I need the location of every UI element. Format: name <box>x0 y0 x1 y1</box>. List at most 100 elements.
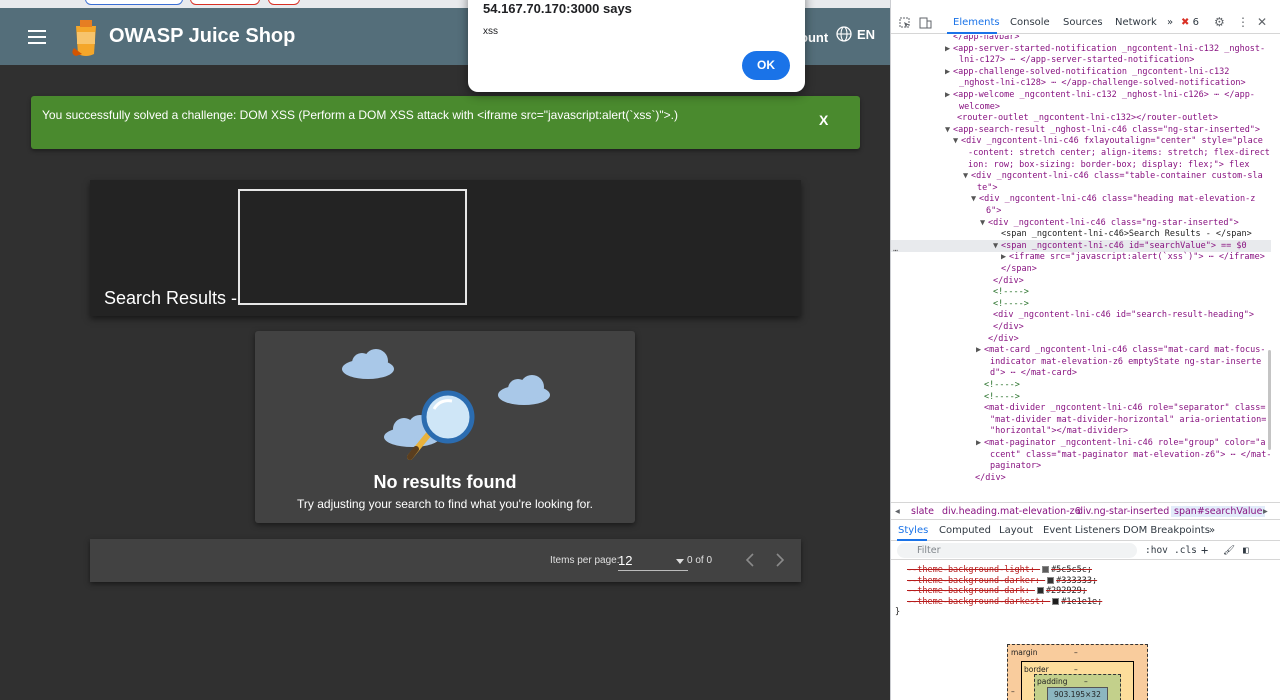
hover-state-toggle[interactable]: :hov <box>1145 545 1168 556</box>
notification-close-button[interactable]: X <box>819 112 828 128</box>
collapse-triangle-icon[interactable]: ▼ <box>953 135 961 147</box>
styles-filter-input[interactable]: Filter <box>897 543 1137 558</box>
dom-node-line[interactable]: ion: row; box-sizing: border-box; displa… <box>891 159 1271 171</box>
dom-node-line[interactable]: <!----> <box>891 391 1271 403</box>
dom-node-line[interactable]: </div> <box>891 472 1271 484</box>
collapse-triangle-icon[interactable]: ▼ <box>980 217 988 229</box>
breadcrumb-item-selected[interactable]: span#searchValue <box>1171 506 1266 517</box>
expand-triangle-icon[interactable]: ▶ <box>976 344 984 356</box>
dom-node-line[interactable]: lni-c127> ⋯ </app-server-started-notific… <box>891 54 1271 66</box>
previous-page-icon[interactable] <box>743 551 757 569</box>
dom-node-line[interactable]: welcome> <box>891 101 1271 113</box>
dom-node-line[interactable]: ▶ <mat-paginator _ngcontent-lni-c46 role=… <box>891 437 1271 449</box>
dom-node-line[interactable]: </span> <box>891 263 1271 275</box>
settings-gear-icon[interactable]: ⚙ <box>1214 15 1225 29</box>
css-declaration[interactable]: --theme-background-darkest: #1e1e1e; <box>907 597 1102 608</box>
dom-node-line[interactable]: </div> <box>891 333 1271 345</box>
dom-node-line[interactable]: d"> ⋯ </mat-card> <box>891 367 1271 379</box>
dom-node-line[interactable]: ▼ <div _ngcontent-lni-c46 class="table-co… <box>891 170 1271 182</box>
dom-node-line[interactable]: ▶ <mat-card _ngcontent-lni-c46 class="mat… <box>891 344 1271 356</box>
node-actions-ellipsis-icon[interactable]: ⋯ <box>893 246 898 255</box>
dom-node-line[interactable]: paginator> <box>891 460 1271 472</box>
close-icon[interactable]: ✕ <box>1257 15 1267 29</box>
tab-console[interactable]: Console <box>1010 17 1050 28</box>
next-page-icon[interactable] <box>773 551 787 569</box>
expand-triangle-icon[interactable]: ▶ <box>1001 251 1009 263</box>
breadcrumb-scroll-left-icon[interactable]: ◂ <box>895 506 900 517</box>
dom-node-line[interactable]: ccent" class="mat-paginator mat-elevatio… <box>891 449 1271 461</box>
paint-icon[interactable]: 🖌 <box>1223 545 1235 556</box>
dom-node-line[interactable]: </div> <box>891 275 1271 287</box>
dom-node-line[interactable]: ▼ <div _ngcontent-lni-c46 fxlayoutalign="… <box>891 135 1271 147</box>
dom-node-line[interactable]: <router-outlet _ngcontent-lni-c132></rou… <box>891 112 1271 124</box>
dom-node-line[interactable]: _nghost-lni-c128> ⋯ </app-challenge-solv… <box>891 77 1271 89</box>
tab-elements[interactable]: Elements <box>953 17 1000 28</box>
color-swatch-icon[interactable] <box>1047 576 1055 584</box>
error-count-badge[interactable]: ✖ 6 <box>1181 17 1199 28</box>
sidebar-toggle-icon[interactable]: ◧ <box>1243 545 1249 556</box>
tab-sources[interactable]: Sources <box>1063 17 1103 28</box>
tab-layout[interactable]: Layout <box>999 525 1033 536</box>
dom-node-line[interactable]: <!----> <box>891 298 1271 310</box>
breadcrumb-scroll-right-icon[interactable]: ▸ <box>1263 506 1268 517</box>
dom-node-line[interactable]: ▼ <div _ngcontent-lni-c46 class="heading … <box>891 193 1271 205</box>
expand-triangle-icon[interactable]: ▶ <box>945 89 953 101</box>
css-declaration[interactable]: --theme-background-darker: #333333; <box>907 576 1097 587</box>
bookmark-chip[interactable] <box>268 0 300 5</box>
dom-node-line[interactable]: indicator mat-elevation-z6 emptyState ng… <box>891 356 1271 368</box>
collapse-triangle-icon[interactable]: ▼ <box>963 170 971 182</box>
bookmark-chip[interactable] <box>190 0 260 5</box>
dom-node-line[interactable]: <!----> <box>891 379 1271 391</box>
color-swatch-icon[interactable] <box>1052 597 1060 605</box>
collapse-triangle-icon[interactable]: ▼ <box>993 240 1001 252</box>
dom-node-line[interactable]: "mat-divider mat-divider-horizontal" ari… <box>891 414 1271 426</box>
tab-dom-breakpoints[interactable]: DOM Breakpoints <box>1123 525 1210 536</box>
dom-node-line[interactable]: -content: stretch center; align-items: s… <box>891 147 1271 159</box>
class-toggle[interactable]: .cls <box>1174 545 1197 556</box>
expand-triangle-icon[interactable]: ▶ <box>976 437 984 449</box>
css-declaration[interactable]: --theme-background-light: #5c5c5c; <box>907 565 1092 576</box>
collapse-triangle-icon[interactable]: ▼ <box>945 124 953 136</box>
dom-node-line[interactable]: <!----> <box>891 286 1271 298</box>
expand-triangle-icon[interactable]: ▶ <box>945 66 953 78</box>
dom-node-line[interactable]: ▼ <app-search-result _nghost-lni-c46 clas… <box>891 124 1271 136</box>
dom-node-line[interactable]: ▼ <div _ngcontent-lni-c46 class="ng-star-… <box>891 217 1271 229</box>
alert-ok-button[interactable]: OK <box>742 51 790 80</box>
tab-computed[interactable]: Computed <box>939 525 991 536</box>
hamburger-menu-icon[interactable] <box>28 30 46 44</box>
dom-node-line[interactable]: 6"> <box>891 205 1271 217</box>
items-per-page-select[interactable]: 12 <box>618 553 688 571</box>
more-tabs-button[interactable]: » <box>1167 17 1173 28</box>
language-button[interactable]: EN <box>836 26 875 42</box>
device-toolbar-icon[interactable] <box>919 17 932 29</box>
app-title[interactable]: OWASP Juice Shop <box>109 25 295 48</box>
collapse-triangle-icon[interactable]: ▼ <box>971 193 979 205</box>
tab-styles[interactable]: Styles <box>898 525 928 536</box>
breadcrumb-item[interactable]: slate <box>911 506 934 517</box>
dom-tree-scrollbar[interactable] <box>1268 350 1271 450</box>
dom-node-line[interactable]: ▶ <app-challenge-solved-notification _ngc… <box>891 66 1271 78</box>
expand-triangle-icon[interactable]: ▶ <box>945 43 953 55</box>
color-swatch-icon[interactable] <box>1042 566 1050 573</box>
bookmark-chip[interactable] <box>85 0 183 5</box>
new-style-rule-button[interactable]: + <box>1201 543 1208 557</box>
dom-node-line[interactable]: te"> <box>891 182 1271 194</box>
dom-node-line[interactable]: ▶ <app-welcome _ngcontent-lni-c132 _nghos… <box>891 89 1271 101</box>
dom-node-line[interactable]: <div _ngcontent-lni-c46 id="search-resul… <box>891 309 1271 321</box>
dom-node-line[interactable]: ▼ <span _ngcontent-lni-c46 id="searchValu… <box>891 239 1271 252</box>
dom-node-line[interactable]: ▶ <app-server-started-notification _ngcon… <box>891 43 1271 55</box>
css-declaration[interactable]: --theme-background-dark: #292929; <box>907 586 1087 597</box>
tab-network[interactable]: Network <box>1115 17 1157 28</box>
breadcrumb-item[interactable]: div.ng-star-inserted <box>1077 506 1169 517</box>
color-swatch-icon[interactable] <box>1036 587 1044 594</box>
dom-node-line[interactable]: ▶ <iframe src="javascript:alert(`xss`)"> … <box>891 251 1271 263</box>
dom-node-line[interactable]: <mat-divider _ngcontent-lni-c46 role="se… <box>891 402 1271 414</box>
more-styles-tabs-button[interactable]: » <box>1209 525 1215 536</box>
dom-node-line[interactable]: "horizontal"></mat-divider> <box>891 425 1271 437</box>
more-options-icon[interactable]: ⋮ <box>1237 15 1249 29</box>
tab-event-listeners[interactable]: Event Listeners <box>1043 525 1120 536</box>
dom-node-line[interactable]: </div> <box>891 321 1271 333</box>
breadcrumb-item[interactable]: div.heading.mat-elevation-z6 <box>942 506 1081 517</box>
inspect-element-icon[interactable] <box>899 17 911 29</box>
dom-node-line[interactable]: <span _ngcontent-lni-c46>Search Results … <box>891 228 1271 240</box>
